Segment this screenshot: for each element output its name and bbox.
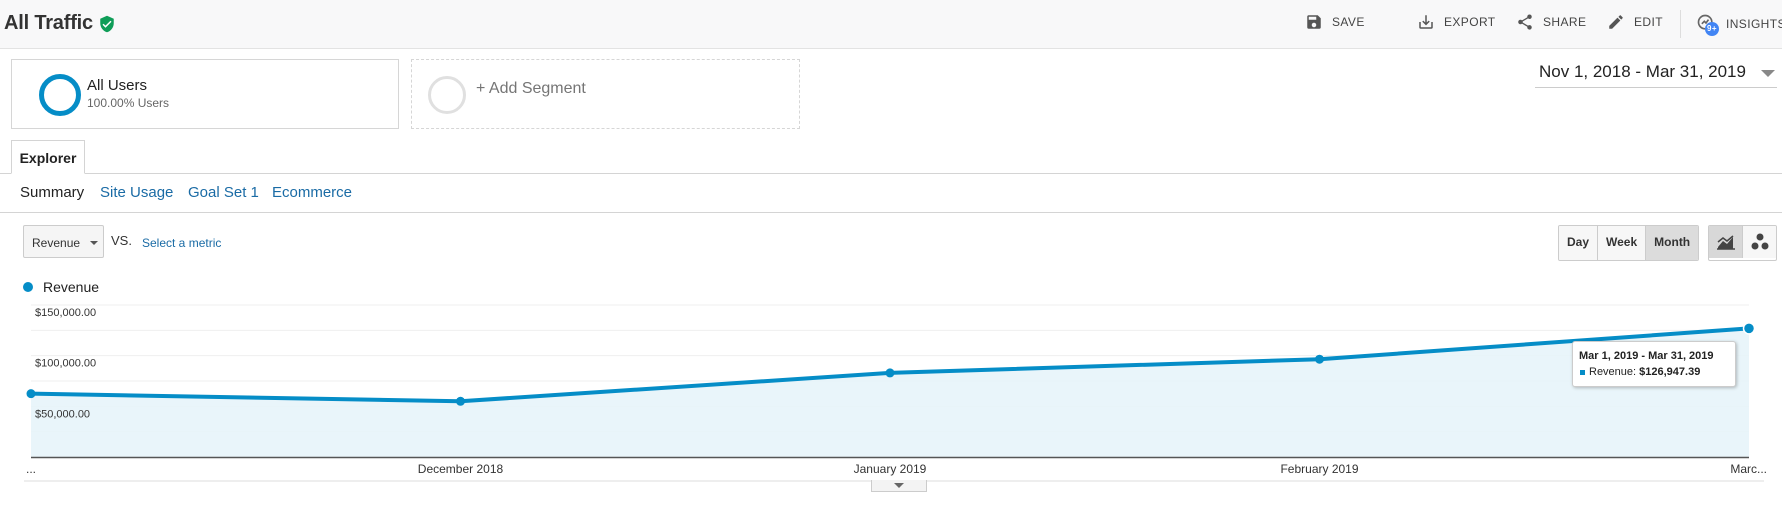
x-axis-ticks: ... December 2018 January 2019 February 201…	[24, 462, 1767, 482]
x-tick-label: February 2019	[1280, 462, 1358, 476]
y-tick-label: $150,000.00	[35, 307, 96, 319]
date-range-picker[interactable]: Nov 1, 2018 - Mar 31, 2019	[1539, 62, 1746, 82]
metric-dropdown[interactable]: Revenue	[23, 225, 104, 258]
segment-percent: 100.00% Users	[87, 96, 170, 110]
chevron-down-icon	[894, 483, 904, 488]
export-button[interactable]: EXPORT	[1417, 13, 1496, 31]
segment-ring-icon	[39, 74, 81, 116]
data-point	[456, 396, 465, 406]
export-icon	[1419, 15, 1433, 29]
empty-segment-ring-icon	[428, 76, 466, 114]
vs-label: VS.	[111, 233, 132, 248]
x-tick-label: January 2019	[854, 462, 927, 476]
chart-tooltip: Mar 1, 2019 - Mar 31, 2019 Revenue: $126…	[1572, 341, 1736, 387]
insights-badge: 9+	[1705, 22, 1719, 36]
tooltip-series-marker	[1580, 370, 1585, 375]
share-icon	[1518, 14, 1532, 30]
y-tick-label: $50,000.00	[35, 408, 90, 420]
motion-chart-view-button[interactable]	[1743, 226, 1776, 258]
insights-icon: 9+	[1696, 13, 1720, 36]
tooltip-title: Mar 1, 2019 - Mar 31, 2019	[1579, 350, 1714, 362]
subtab-bar: Summary Site Usage Goal Set 1 Ecommerce	[0, 174, 1782, 213]
line-chart-icon	[1716, 235, 1735, 250]
insights-label: INSIGHTS	[1726, 17, 1782, 31]
subtab-ecommerce[interactable]: Ecommerce	[272, 184, 352, 201]
data-point	[1742, 322, 1756, 335]
segment-all-users[interactable]: All Users 100.00% Users	[11, 59, 399, 129]
tooltip-row: Revenue: $126,947.39	[1589, 366, 1700, 378]
share-label: SHARE	[1543, 15, 1587, 29]
save-label: SAVE	[1332, 15, 1365, 29]
revenue-chart: $150,000.00 $100,000.00 $50,000.00 ... Dece…	[24, 304, 1767, 482]
line-chart-view-button[interactable]	[1709, 226, 1743, 258]
save-button[interactable]: SAVE	[1305, 13, 1365, 31]
select-metric-link[interactable]: Select a metric	[142, 236, 221, 250]
caret-down-icon	[90, 241, 98, 245]
share-button[interactable]: SHARE	[1516, 13, 1586, 31]
page-title: All Traffic	[4, 12, 93, 34]
report-header	[0, 0, 1782, 49]
edit-icon	[1609, 15, 1623, 29]
verified-shield-icon	[100, 15, 114, 33]
period-month-button[interactable]: Month	[1646, 226, 1699, 260]
y-tick-label: $100,000.00	[35, 358, 96, 370]
date-range-underline	[1535, 87, 1777, 88]
legend-marker	[23, 282, 33, 292]
data-point	[26, 389, 36, 399]
period-week-button[interactable]: Week	[1598, 226, 1647, 260]
segment-name: All Users	[87, 77, 148, 94]
metric-dropdown-value: Revenue	[32, 236, 81, 250]
chart-collapse-handle[interactable]	[871, 480, 927, 492]
x-tick-label: Marc...	[1730, 462, 1767, 476]
chevron-down-icon[interactable]	[1761, 70, 1775, 77]
data-point	[1315, 354, 1324, 364]
period-toggle: Day Week Month	[1558, 225, 1700, 261]
data-point	[885, 368, 895, 378]
x-tick-label: ...	[26, 462, 36, 476]
tab-explorer[interactable]: Explorer	[11, 140, 85, 174]
edit-button[interactable]: EDIT	[1607, 13, 1663, 31]
edit-label: EDIT	[1634, 15, 1663, 29]
chart-view-toggle	[1708, 225, 1777, 261]
x-tick-label: December 2018	[418, 462, 504, 476]
period-day-button[interactable]: Day	[1559, 226, 1599, 260]
add-segment-label: + Add Segment	[476, 80, 586, 97]
save-icon	[1307, 15, 1321, 29]
subtab-summary[interactable]: Summary	[20, 184, 84, 201]
add-segment-button[interactable]: + Add Segment	[411, 59, 800, 129]
legend-label: Revenue	[43, 279, 100, 295]
header-divider	[1680, 10, 1681, 38]
bubble-chart-icon	[1751, 233, 1768, 250]
tooltip-label: Revenue:	[1589, 366, 1637, 378]
subtab-goal-set-1[interactable]: Goal Set 1	[188, 184, 259, 201]
export-label: EXPORT	[1444, 15, 1496, 29]
insights-button[interactable]: 9+ INSIGHTS	[1696, 13, 1782, 36]
tooltip-value: $126,947.39	[1639, 366, 1701, 378]
subtab-site-usage[interactable]: Site Usage	[100, 184, 173, 201]
